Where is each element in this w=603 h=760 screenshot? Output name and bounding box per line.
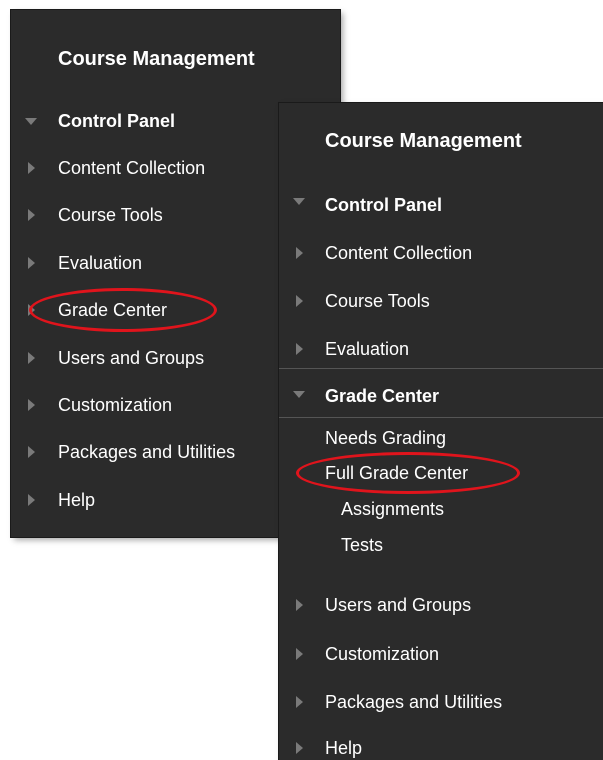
submenu-tests[interactable]: Tests: [341, 533, 383, 557]
menu-item-control-panel[interactable]: Control Panel: [58, 109, 175, 133]
menu-item-evaluation[interactable]: Evaluation: [325, 337, 409, 361]
menu-item-content-collection[interactable]: Content Collection: [325, 241, 472, 265]
menu-item-customization[interactable]: Customization: [58, 393, 172, 417]
menu-item-help[interactable]: Help: [325, 736, 362, 760]
menu-item-grade-center[interactable]: Grade Center: [325, 384, 439, 408]
menu-item-users-and-groups[interactable]: Users and Groups: [58, 346, 204, 370]
divider: [279, 417, 603, 418]
menu-item-content-collection[interactable]: Content Collection: [58, 156, 205, 180]
submenu-needs-grading[interactable]: Needs Grading: [325, 426, 446, 450]
highlight-circle: [296, 452, 520, 494]
menu-item-help[interactable]: Help: [58, 488, 95, 512]
menu-item-control-panel[interactable]: Control Panel: [325, 193, 442, 217]
triangle-right-icon[interactable]: [28, 162, 35, 174]
divider: [279, 368, 603, 369]
triangle-right-icon[interactable]: [296, 599, 303, 611]
triangle-down-icon[interactable]: [25, 118, 37, 125]
highlight-circle: [29, 288, 217, 332]
triangle-right-icon[interactable]: [28, 446, 35, 458]
triangle-down-icon[interactable]: [293, 391, 305, 398]
menu-item-users-and-groups[interactable]: Users and Groups: [325, 593, 471, 617]
panel-title: Course Management: [325, 130, 522, 152]
triangle-right-icon[interactable]: [296, 648, 303, 660]
triangle-right-icon[interactable]: [28, 257, 35, 269]
triangle-right-icon[interactable]: [296, 343, 303, 355]
menu-item-evaluation[interactable]: Evaluation: [58, 251, 142, 275]
course-management-panel-right: Course Management Control Panel Content …: [279, 103, 603, 760]
menu-item-course-tools[interactable]: Course Tools: [58, 203, 163, 227]
triangle-right-icon[interactable]: [296, 696, 303, 708]
panel-title: Course Management: [58, 48, 255, 70]
menu-item-customization[interactable]: Customization: [325, 642, 439, 666]
triangle-right-icon[interactable]: [28, 209, 35, 221]
submenu-assignments[interactable]: Assignments: [341, 497, 444, 521]
menu-item-packages-and-utilities[interactable]: Packages and Utilities: [325, 690, 502, 714]
triangle-right-icon[interactable]: [296, 247, 303, 259]
triangle-right-icon[interactable]: [28, 494, 35, 506]
triangle-down-icon[interactable]: [293, 198, 305, 205]
triangle-right-icon[interactable]: [296, 742, 303, 754]
triangle-right-icon[interactable]: [296, 295, 303, 307]
triangle-right-icon[interactable]: [28, 399, 35, 411]
menu-item-packages-and-utilities[interactable]: Packages and Utilities: [58, 440, 235, 464]
triangle-right-icon[interactable]: [28, 352, 35, 364]
menu-item-course-tools[interactable]: Course Tools: [325, 289, 430, 313]
